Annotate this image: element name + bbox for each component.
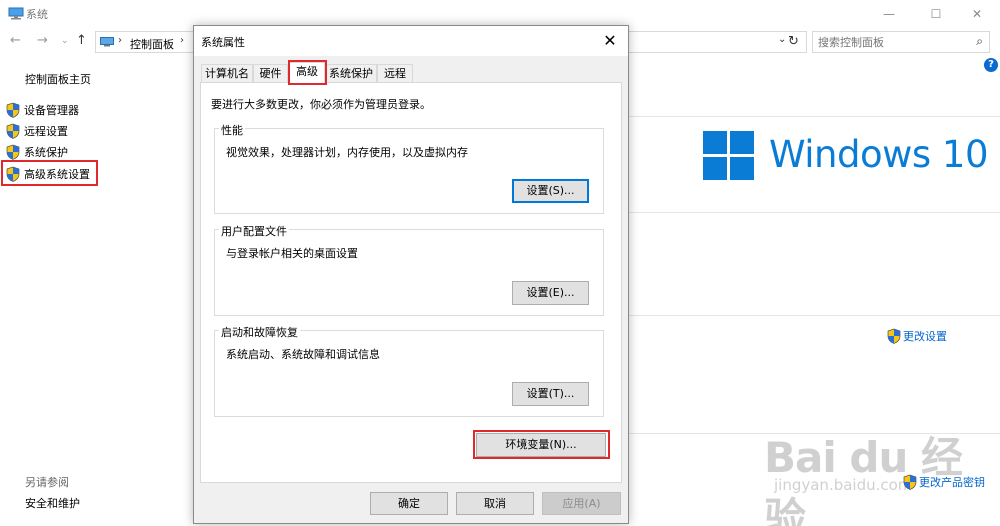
tab-system-protection[interactable]: 系统保护 bbox=[325, 64, 377, 83]
minimize-button[interactable]: — bbox=[874, 4, 904, 24]
dialog-titlebar: 系统属性 ✕ bbox=[194, 26, 628, 56]
close-window-button[interactable]: ✕ bbox=[962, 4, 992, 24]
highlight-box bbox=[1, 160, 98, 186]
control-panel-icon bbox=[100, 37, 114, 47]
user-profile-settings-button[interactable]: 设置(E)... bbox=[512, 281, 589, 305]
performance-settings-button[interactable]: 设置(S)... bbox=[512, 179, 589, 203]
sidebar-item-label: 系统保护 bbox=[24, 146, 68, 159]
tab-remote[interactable]: 远程 bbox=[377, 64, 413, 83]
breadcrumb-control-panel[interactable]: 控制面板 bbox=[130, 36, 174, 52]
group-performance: 性能 视觉效果，处理器计划，内存使用，以及虚拟内存 设置(S)... bbox=[214, 122, 604, 214]
computer-icon bbox=[8, 7, 24, 20]
sidebar-home-link[interactable]: 控制面板主页 bbox=[25, 71, 91, 87]
sidebar-item-device-manager[interactable]: 设备管理器 bbox=[6, 101, 79, 119]
shield-icon bbox=[6, 102, 20, 118]
back-arrow-icon[interactable]: ← bbox=[10, 33, 21, 48]
change-product-key-label: 更改产品密钥 bbox=[919, 476, 985, 489]
change-product-key-link[interactable]: 更改产品密钥 bbox=[903, 474, 985, 490]
window-title: 系统 bbox=[26, 8, 48, 21]
sidebar-item-label: 远程设置 bbox=[24, 125, 68, 138]
help-icon[interactable]: ? bbox=[984, 58, 998, 72]
sidebar-item-label: 设备管理器 bbox=[24, 104, 79, 117]
group-user-profile-label: 用户配置文件 bbox=[219, 223, 289, 239]
group-startup-recovery-label: 启动和故障恢复 bbox=[219, 324, 300, 340]
search-box[interactable]: ⌕ bbox=[812, 31, 990, 53]
watermark-url-text: jingyan.baidu.com bbox=[774, 476, 913, 494]
highlight-box bbox=[473, 430, 610, 459]
search-icon[interactable]: ⌕ bbox=[976, 34, 983, 49]
up-arrow-icon[interactable]: ↑ bbox=[76, 33, 87, 48]
tab-hardware[interactable]: 硬件 bbox=[253, 64, 288, 83]
change-settings-link[interactable]: 更改设置 bbox=[887, 328, 947, 344]
search-input[interactable] bbox=[818, 35, 968, 50]
section-divider bbox=[629, 116, 1000, 117]
sidebar-item-system-protection[interactable]: 系统保护 bbox=[6, 143, 68, 161]
sidebar-item-remote-settings[interactable]: 远程设置 bbox=[6, 122, 68, 140]
section-divider bbox=[629, 212, 1000, 213]
recent-dropdown-icon[interactable]: ⌄ bbox=[61, 36, 69, 46]
admin-note: 要进行大多数更改，你必须作为管理员登录。 bbox=[211, 98, 431, 111]
startup-recovery-settings-button[interactable]: 设置(T)... bbox=[512, 382, 589, 406]
group-startup-recovery: 启动和故障恢复 系统启动、系统故障和调试信息 设置(T)... bbox=[214, 324, 604, 417]
shield-icon bbox=[6, 123, 20, 139]
tab-computer-name[interactable]: 计算机名 bbox=[201, 64, 253, 83]
shield-icon bbox=[6, 144, 20, 160]
maximize-button[interactable]: ☐ bbox=[921, 4, 951, 24]
highlight-box bbox=[288, 60, 327, 85]
forward-arrow-icon[interactable]: → bbox=[37, 33, 48, 48]
ok-button[interactable]: 确定 bbox=[370, 492, 448, 515]
refresh-icon[interactable]: ↻ bbox=[788, 34, 799, 49]
breadcrumb-separator-icon: › bbox=[180, 35, 184, 46]
group-user-profile-desc: 与登录帐户相关的桌面设置 bbox=[226, 247, 358, 260]
baidu-watermark: Bai du 经验 jingyan.baidu.com bbox=[764, 416, 989, 526]
dialog-title: 系统属性 bbox=[201, 36, 245, 49]
window-titlebar: 系统 — ☐ ✕ bbox=[0, 0, 1000, 28]
change-settings-label: 更改设置 bbox=[903, 330, 947, 343]
shield-icon bbox=[887, 328, 901, 344]
breadcrumb-separator-icon: › bbox=[118, 35, 122, 46]
close-icon[interactable]: ✕ bbox=[600, 31, 620, 51]
shield-icon bbox=[903, 474, 917, 490]
see-also-heading: 另请参阅 bbox=[25, 476, 69, 489]
group-user-profile: 用户配置文件 与登录帐户相关的桌面设置 设置(E)... bbox=[214, 223, 604, 316]
cancel-button[interactable]: 取消 bbox=[456, 492, 534, 515]
address-dropdown-icon[interactable]: ⌄ bbox=[778, 34, 786, 45]
group-startup-recovery-desc: 系统启动、系统故障和调试信息 bbox=[226, 348, 380, 361]
security-maintenance-link[interactable]: 安全和维护 bbox=[25, 495, 80, 511]
tab-panel-advanced: 要进行大多数更改，你必须作为管理员登录。 性能 视觉效果，处理器计划，内存使用，… bbox=[200, 82, 622, 483]
section-divider bbox=[629, 315, 1000, 316]
apply-button[interactable]: 应用(A) bbox=[542, 492, 621, 515]
windows-10-logo-text: Windows 10 bbox=[769, 133, 989, 176]
group-performance-desc: 视觉效果，处理器计划，内存使用，以及虚拟内存 bbox=[226, 146, 468, 159]
system-properties-dialog: 系统属性 ✕ 计算机名 硬件 高级 系统保护 远程 要进行大多数更改，你必须作为… bbox=[193, 25, 629, 524]
windows-logo-icon bbox=[703, 131, 755, 181]
group-performance-label: 性能 bbox=[219, 122, 245, 138]
